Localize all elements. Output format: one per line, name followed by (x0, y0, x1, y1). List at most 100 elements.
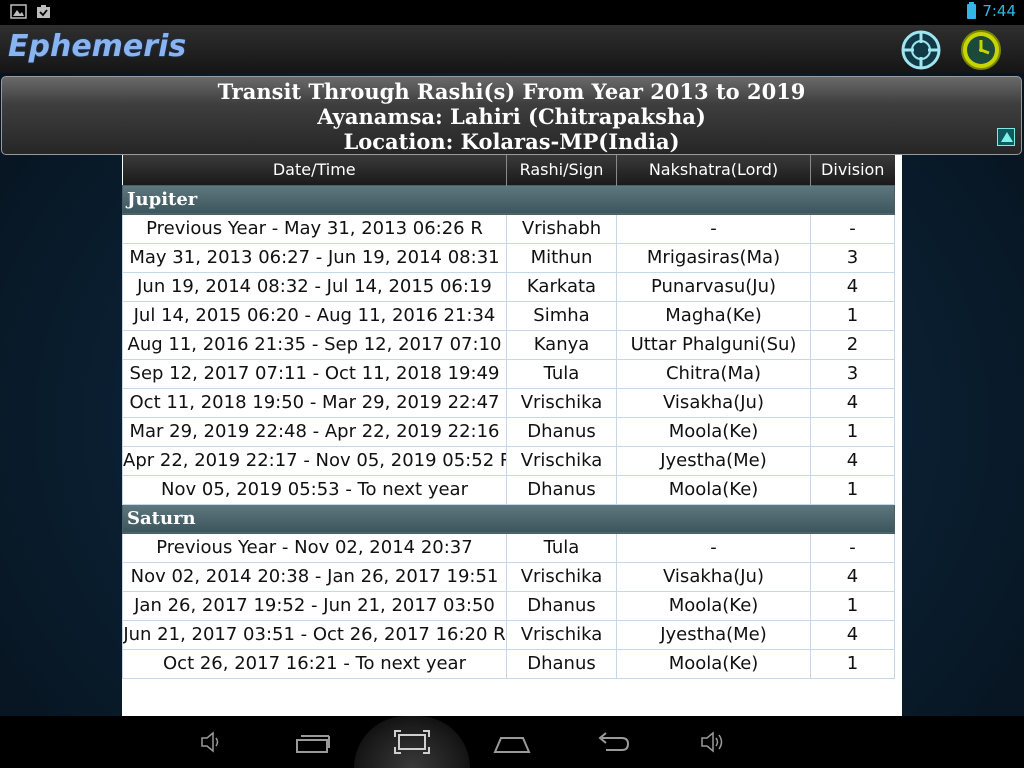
app-title: Ephemeris (8, 29, 187, 64)
table-row: Aug 11, 2016 21:35 - Sep 12, 2017 07:10 K… (122, 329, 895, 360)
division-cell: 3 (810, 242, 895, 273)
date-time-cell: Previous Year - Nov 02, 2014 20:37 (122, 532, 507, 563)
back-icon[interactable] (594, 728, 630, 756)
battery-icon (967, 1, 977, 19)
division-cell: 2 (810, 329, 895, 360)
division-cell: 4 (810, 619, 895, 650)
status-time: 7:44 (982, 2, 1016, 20)
date-time-cell: Previous Year - May 31, 2013 06:26 R (122, 213, 507, 244)
rashi-sign-cell: Kanya (506, 329, 617, 360)
transit-content: Date/Time Rashi/Sign Nakshatra(Lord) Div… (122, 155, 902, 716)
nakshatra-cell: Magha(Ke) (616, 300, 811, 331)
rashi-sign-cell: Vrischika (506, 619, 617, 650)
division-cell: 4 (810, 271, 895, 302)
rashi-sign-cell: Dhanus (506, 474, 617, 505)
date-time-cell: Apr 22, 2019 22:17 - Nov 05, 2019 05:52 … (122, 445, 507, 476)
action-bar: Ephemeris (0, 25, 1024, 73)
nakshatra-cell: Punarvasu(Ju) (616, 271, 811, 302)
date-time-cell: Nov 02, 2014 20:38 - Jan 26, 2017 19:51 (122, 561, 507, 592)
volume-down-icon[interactable] (198, 728, 224, 756)
nakshatra-cell: Moola(Ke) (616, 648, 811, 679)
rashi-sign-cell: Tula (506, 358, 617, 389)
date-time-cell: Nov 05, 2019 05:53 - To next year (122, 474, 507, 505)
division-cell: - (810, 532, 895, 563)
nakshatra-cell: Moola(Ke) (616, 590, 811, 621)
table-row: Apr 22, 2019 22:17 - Nov 05, 2019 05:52 … (122, 445, 895, 476)
collapse-up-icon[interactable] (997, 128, 1015, 146)
date-time-cell: Jun 19, 2014 08:32 - Jul 14, 2015 06:19 (122, 271, 507, 302)
recent-apps-icon[interactable] (295, 728, 331, 756)
column-header-division: Division (810, 155, 895, 185)
division-cell: 1 (810, 590, 895, 621)
status-bar: 7:44 (0, 0, 1024, 25)
home-icon[interactable] (493, 728, 531, 756)
division-cell: 1 (810, 474, 895, 505)
rashi-sign-cell: Tula (506, 532, 617, 563)
table-row: Oct 11, 2018 19:50 - Mar 29, 2019 22:47 V… (122, 387, 895, 418)
date-time-cell: Oct 11, 2018 19:50 - Mar 29, 2019 22:47 (122, 387, 507, 418)
column-header-rashi-sign: Rashi/Sign (506, 155, 617, 185)
table-row: Jun 21, 2017 03:51 - Oct 26, 2017 16:20 … (122, 619, 895, 650)
report-title: Transit Through Rashi(s) From Year 2013 … (217, 79, 806, 104)
transit-table-body: Jupiter Previous Year - May 31, 2013 06:2… (122, 184, 895, 679)
division-cell: 3 (810, 358, 895, 389)
date-time-cell: Mar 29, 2019 22:48 - Apr 22, 2019 22:16 (122, 416, 507, 447)
division-cell: 4 (810, 561, 895, 592)
table-row: Jan 26, 2017 19:52 - Jun 21, 2017 03:50 D… (122, 590, 895, 621)
nakshatra-cell: Jyestha(Me) (616, 619, 811, 650)
division-cell: 1 (810, 648, 895, 679)
transit-table: Date/Time Rashi/Sign Nakshatra(Lord) Div… (122, 155, 895, 679)
table-header-row: Date/Time Rashi/Sign Nakshatra(Lord) Div… (122, 155, 895, 185)
rashi-sign-cell: Karkata (506, 271, 617, 302)
table-row: Previous Year - May 31, 2013 06:26 R Vris… (122, 213, 895, 244)
table-row: Sep 12, 2017 07:11 - Oct 11, 2018 19:49 T… (122, 358, 895, 389)
nakshatra-cell: - (616, 213, 811, 244)
rashi-sign-cell: Dhanus (506, 648, 617, 679)
division-cell: 1 (810, 300, 895, 331)
planet-group-label: Saturn (122, 503, 895, 534)
ayanamsa-label: Ayanamsa: Lahiri (Chitrapaksha) (317, 104, 706, 129)
division-cell: 4 (810, 387, 895, 418)
division-cell: 4 (810, 445, 895, 476)
target-icon[interactable] (900, 29, 942, 71)
rashi-sign-cell: Vrischika (506, 561, 617, 592)
nakshatra-cell: - (616, 532, 811, 563)
table-row: Oct 26, 2017 16:21 - To next year Dhanus M… (122, 648, 895, 679)
table-row: Jul 14, 2015 06:20 - Aug 11, 2016 21:34 S… (122, 300, 895, 331)
clock-icon[interactable] (960, 29, 1002, 71)
location-label: Location: Kolaras-MP(India) (343, 129, 680, 154)
group-header-row: Saturn (122, 503, 895, 534)
picture-icon (10, 4, 27, 23)
volume-up-icon[interactable] (698, 728, 726, 756)
nakshatra-cell: Mrigasiras(Ma) (616, 242, 811, 273)
nakshatra-cell: Chitra(Ma) (616, 358, 811, 389)
division-cell: 1 (810, 416, 895, 447)
date-time-cell: Sep 12, 2017 07:11 - Oct 11, 2018 19:49 (122, 358, 507, 389)
date-time-cell: Aug 11, 2016 21:35 - Sep 12, 2017 07:10 (122, 329, 507, 360)
clipboard-check-icon (35, 4, 52, 23)
navigation-bar (0, 716, 1024, 768)
rashi-sign-cell: Simha (506, 300, 617, 331)
table-row: Mar 29, 2019 22:48 - Apr 22, 2019 22:16 D… (122, 416, 895, 447)
group-header-row: Jupiter (122, 184, 895, 215)
rashi-sign-cell: Dhanus (506, 590, 617, 621)
division-cell: - (810, 213, 895, 244)
planet-group-label: Jupiter (122, 184, 895, 215)
rashi-sign-cell: Vrischika (506, 445, 617, 476)
nakshatra-cell: Moola(Ke) (616, 416, 811, 447)
rashi-sign-cell: Mithun (506, 242, 617, 273)
nakshatra-cell: Moola(Ke) (616, 474, 811, 505)
date-time-cell: Oct 26, 2017 16:21 - To next year (122, 648, 507, 679)
date-time-cell: Jun 21, 2017 03:51 - Oct 26, 2017 16:20 … (122, 619, 507, 650)
nakshatra-cell: Uttar Phalguni(Su) (616, 329, 811, 360)
column-header-nakshatra: Nakshatra(Lord) (616, 155, 811, 185)
nakshatra-cell: Jyestha(Me) (616, 445, 811, 476)
nakshatra-cell: Visakha(Ju) (616, 561, 811, 592)
rashi-sign-cell: Vrischika (506, 387, 617, 418)
table-row: Previous Year - Nov 02, 2014 20:37 Tula - - (122, 532, 895, 563)
column-header-date-time: Date/Time (122, 155, 507, 185)
rashi-sign-cell: Vrishabh (506, 213, 617, 244)
table-row: Nov 05, 2019 05:53 - To next year Dhanus M… (122, 474, 895, 505)
screenshot-icon[interactable] (393, 728, 431, 756)
date-time-cell: Jul 14, 2015 06:20 - Aug 11, 2016 21:34 (122, 300, 507, 331)
